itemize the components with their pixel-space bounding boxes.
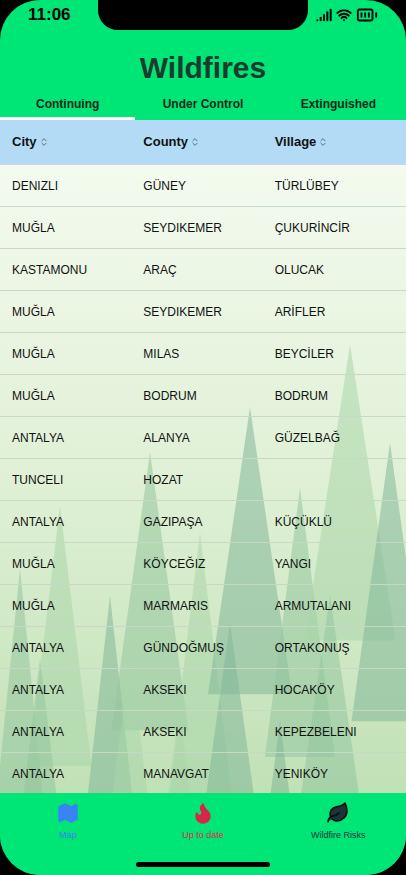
table-row[interactable]: KASTAMONUARAÇOLUCAK — [0, 249, 406, 291]
sort-icon — [190, 137, 200, 147]
table-row[interactable]: DENIZLIGÜNEYTÜRLÜBEY — [0, 165, 406, 207]
table-row[interactable]: MUĞLASEYDIKEMERÇUKURİNCİR — [0, 207, 406, 249]
nav-item[interactable]: Wildfire Risks — [271, 801, 406, 875]
table-cell: KASTAMONU — [12, 261, 143, 279]
table-cell: AKSEKI — [143, 681, 274, 699]
sort-icon — [318, 137, 328, 147]
table-cell: TÜRLÜBEY — [275, 177, 406, 195]
notch — [98, 0, 308, 30]
table-cell: ALANYA — [143, 429, 274, 447]
table-row[interactable]: TUNCELIHOZAT — [0, 459, 406, 501]
nav-label: Wildfire Risks — [311, 829, 366, 843]
table-cell: YANGI — [275, 555, 406, 573]
table-cell: ÇUKURİNCİR — [275, 219, 406, 237]
table-cell: ANTALYA — [12, 429, 143, 447]
table-cell: ANTALYA — [12, 681, 143, 699]
table-cell: MUĞLA — [12, 597, 143, 615]
sort-icon — [39, 137, 49, 147]
table-cell: MUĞLA — [12, 387, 143, 405]
table-cell: GÜNDOĞMUŞ — [143, 639, 274, 657]
table-row[interactable]: ANTALYAMANAVGATYENIKÖY — [0, 753, 406, 793]
table-cell: ARAÇ — [143, 261, 274, 279]
table-row[interactable]: MUĞLAMILASBEYCİLER — [0, 333, 406, 375]
table-cell: BODRUM — [275, 387, 406, 405]
table-cell: MUĞLA — [12, 303, 143, 321]
table-cell: OLUCAK — [275, 261, 406, 279]
table-cell: GAZIPAŞA — [143, 513, 274, 531]
table-cell: KEPEZBELENI — [275, 723, 406, 741]
column-header[interactable]: Village — [275, 132, 406, 152]
table-cell: ARMUTALANI — [275, 597, 406, 615]
table-cell: MUĞLA — [12, 219, 143, 237]
map-icon — [56, 801, 80, 825]
table: CityCountyVillageDENIZLIGÜNEYTÜRLÜBEYMUĞ… — [0, 120, 406, 793]
screen: 11:06 WildfiresContinuingUnder ControlExt… — [0, 0, 406, 875]
leaf-icon — [326, 801, 350, 825]
table-cell: ORTAKONUŞ — [275, 639, 406, 657]
table-cell: AKSEKI — [143, 723, 274, 741]
wifi-icon — [336, 7, 352, 23]
nav-label: Up to date — [182, 829, 224, 843]
tab[interactable]: Continuing — [0, 90, 135, 120]
home-indicator — [136, 862, 270, 867]
table-body: DENIZLIGÜNEYTÜRLÜBEYMUĞLASEYDIKEMERÇUKUR… — [0, 165, 406, 793]
table-cell: BEYCİLER — [275, 345, 406, 363]
table-cell: MUĞLA — [12, 345, 143, 363]
table-cell: HOZAT — [143, 471, 274, 489]
table-cell: MANAVGAT — [143, 765, 274, 783]
table-cell: KÜÇÜKLÜ — [275, 513, 406, 531]
device: 11:06 WildfiresContinuingUnder ControlExt… — [0, 0, 406, 875]
table-cell: BODRUM — [143, 387, 274, 405]
column-header[interactable]: County — [143, 132, 274, 152]
table-cell: ANTALYA — [12, 639, 143, 657]
table-cell: MUĞLA — [12, 555, 143, 573]
table-cell: SEYDIKEMER — [143, 303, 274, 321]
table-row[interactable]: MUĞLAKÖYCEĞIZYANGI — [0, 543, 406, 585]
table-cell: YENIKÖY — [275, 765, 406, 783]
status-icons — [316, 4, 378, 26]
table-row[interactable]: MUĞLASEYDIKEMERARİFLER — [0, 291, 406, 333]
title: Wildfires — [0, 44, 406, 90]
table-cell: SEYDIKEMER — [143, 219, 274, 237]
tab[interactable]: Extinguished — [271, 90, 406, 120]
nav-label: Map — [59, 829, 77, 843]
table-row[interactable]: MUĞLAMARMARISARMUTALANI — [0, 585, 406, 627]
table-cell: ANTALYA — [12, 723, 143, 741]
table-cell: GÜNEY — [143, 177, 274, 195]
table-cell: HOCAKÖY — [275, 681, 406, 699]
table-header: CityCountyVillage — [0, 120, 406, 165]
table-row[interactable]: ANTALYAALANYAGÜZELBAĞ — [0, 417, 406, 459]
table-row[interactable]: ANTALYAAKSEKIHOCAKÖY — [0, 669, 406, 711]
tab-bar: ContinuingUnder ControlExtinguished — [0, 90, 406, 120]
table-cell: TUNCELI — [12, 471, 143, 489]
table-cell: KÖYCEĞIZ — [143, 555, 274, 573]
table-cell: ANTALYA — [12, 513, 143, 531]
rows: DENIZLIGÜNEYTÜRLÜBEYMUĞLASEYDIKEMERÇUKUR… — [0, 165, 406, 793]
table-cell: GÜZELBAĞ — [275, 429, 406, 447]
signal-icon — [316, 7, 332, 23]
nav-item[interactable]: Map — [0, 801, 135, 875]
table-row[interactable]: ANTALYAGÜNDOĞMUŞORTAKONUŞ — [0, 627, 406, 669]
table-row[interactable]: ANTALYAGAZIPAŞAKÜÇÜKLÜ — [0, 501, 406, 543]
table-cell: MARMARIS — [143, 597, 274, 615]
column-header[interactable]: City — [12, 132, 143, 152]
table-row[interactable]: ANTALYAAKSEKIKEPEZBELENI — [0, 711, 406, 753]
battery-icon — [356, 4, 378, 26]
table-row[interactable]: MUĞLABODRUMBODRUM — [0, 375, 406, 417]
table-cell: DENIZLI — [12, 177, 143, 195]
table-cell: MILAS — [143, 345, 274, 363]
table-cell: ARİFLER — [275, 303, 406, 321]
status-time: 11:06 — [28, 2, 71, 28]
table-cell: ANTALYA — [12, 765, 143, 783]
tab[interactable]: Under Control — [135, 90, 270, 120]
flame-icon — [191, 801, 215, 825]
bottom-nav: Map Up to date Wildfire Risks — [0, 793, 406, 875]
